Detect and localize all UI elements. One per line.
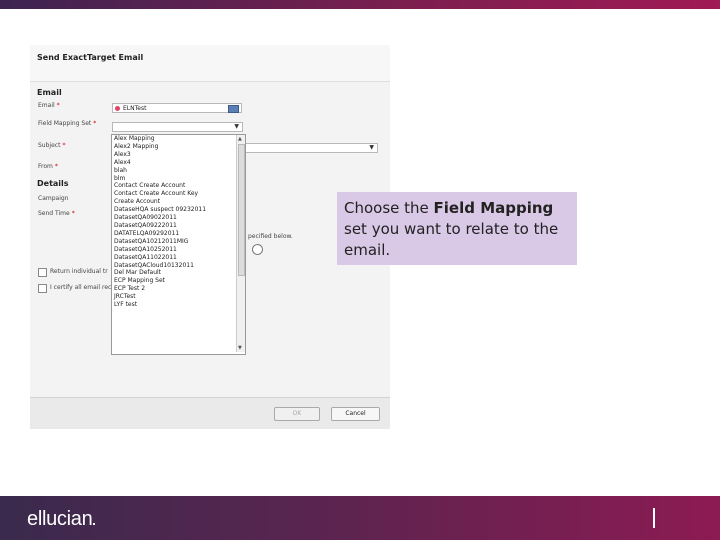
subject-label-text: Subject — [38, 142, 61, 149]
required-marker: * — [71, 210, 75, 217]
callout-text-after: set you want to relate to the email. — [344, 220, 559, 259]
field-mapping-set-select[interactable]: ▼ — [112, 122, 243, 132]
required-marker: * — [93, 120, 97, 127]
section-details-heading: Details — [37, 179, 69, 188]
dropdown-option[interactable]: DatasetQA11022011 — [112, 254, 245, 262]
dropdown-option[interactable]: Contact Create Account — [112, 182, 245, 190]
logo-dot-icon — [93, 523, 96, 525]
send-time-label-text: Send Time — [38, 210, 70, 217]
dropdown-option[interactable]: DataseHQA suspect 09232011 — [112, 206, 245, 214]
dropdown-option[interactable]: blm — [112, 175, 245, 183]
return-individual-checkbox[interactable] — [38, 268, 47, 277]
scrollbar-thumb[interactable] — [238, 144, 245, 276]
dropdown-option[interactable]: DatasetQACloud10132011 — [112, 262, 245, 270]
from-label: From * — [38, 163, 58, 170]
dropdown-option[interactable]: Alex2 Mapping — [112, 143, 245, 151]
footer-band: ellucian — [0, 496, 720, 540]
scroll-up-icon[interactable]: ▲ — [238, 136, 242, 142]
chevron-down-icon[interactable]: ▼ — [369, 144, 374, 151]
field-mapping-set-label: Field Mapping Set * — [38, 120, 96, 127]
ellucian-logo: ellucian — [27, 508, 96, 531]
clock-icon[interactable] — [252, 244, 263, 255]
dropdown-option[interactable]: JRCTest — [112, 293, 245, 301]
dialog-title: Send ExactTarget Email — [37, 53, 144, 62]
footer-divider — [653, 508, 655, 528]
dropdown-option[interactable]: DatasetQA09222011 — [112, 222, 245, 230]
send-email-dialog: Send ExactTarget Email Email Email * ELNT… — [30, 45, 390, 429]
email-label-text: Email — [38, 102, 55, 109]
certify-label: I certify all email rec — [50, 284, 112, 291]
field-mapping-set-label-text: Field Mapping Set — [38, 120, 92, 127]
dropdown-option[interactable]: Contact Create Account Key — [112, 190, 245, 198]
send-time-option-text: pecified below. — [248, 233, 293, 240]
subject-label: Subject * — [38, 142, 65, 149]
email-value: ELNTest — [123, 105, 147, 112]
section-email-heading: Email — [37, 88, 62, 97]
dropdown-option[interactable]: Create Account — [112, 198, 245, 206]
field-mapping-dropdown-list[interactable]: Alex Mapping Alex2 Mapping Alex3 Alex4 blah b… — [111, 134, 246, 355]
send-time-label: Send Time * — [38, 210, 75, 217]
dropdown-option[interactable]: Alex Mapping — [112, 135, 245, 143]
required-marker: * — [62, 142, 66, 149]
from-label-text: From — [38, 163, 53, 170]
dropdown-option[interactable]: ECP Test 2 — [112, 285, 245, 293]
dropdown-option[interactable]: DatasetQA09022011 — [112, 214, 245, 222]
dropdown-scrollbar[interactable]: ▲ ▼ — [236, 135, 245, 352]
dropdown-option[interactable]: LYF test — [112, 301, 245, 309]
email-label: Email * — [38, 102, 60, 109]
scroll-down-icon[interactable]: ▼ — [238, 345, 242, 351]
dropdown-option[interactable]: ECP Mapping Set — [112, 277, 245, 285]
dropdown-option[interactable]: Alex4 — [112, 159, 245, 167]
return-individual-label: Return individual tr — [50, 268, 108, 275]
dialog-footer: OK Cancel — [30, 397, 390, 429]
dropdown-options: Alex Mapping Alex2 Mapping Alex3 Alex4 blah b… — [112, 135, 245, 309]
campaign-label: Campaign — [38, 195, 69, 202]
callout-text-before: Choose the — [344, 199, 434, 217]
cancel-button[interactable]: Cancel — [331, 407, 380, 421]
email-entity-icon — [115, 106, 120, 111]
lookup-icon[interactable] — [228, 105, 239, 113]
dropdown-option[interactable]: DATATELQA09292011 — [112, 230, 245, 238]
top-accent-band — [0, 0, 720, 9]
email-lookup-field[interactable]: ELNTest — [112, 103, 242, 113]
dropdown-option[interactable]: Alex3 — [112, 151, 245, 159]
logo-text: ellucian — [27, 508, 93, 530]
dropdown-option[interactable]: Del Mar Default — [112, 269, 245, 277]
dropdown-option[interactable]: blah — [112, 167, 245, 175]
instruction-callout: Choose the Field Mapping set you want to… — [337, 192, 577, 265]
dropdown-option[interactable]: DatasetQA10212011MIG — [112, 238, 245, 246]
subject-select[interactable]: ▼ — [244, 143, 378, 153]
dropdown-option[interactable]: DatasetQA10252011 — [112, 246, 245, 254]
required-marker: * — [54, 163, 58, 170]
callout-text-bold: Field Mapping — [433, 199, 554, 217]
certify-checkbox[interactable] — [38, 284, 47, 293]
ok-button[interactable]: OK — [274, 407, 320, 421]
required-marker: * — [56, 102, 60, 109]
chevron-down-icon[interactable]: ▼ — [234, 123, 239, 130]
